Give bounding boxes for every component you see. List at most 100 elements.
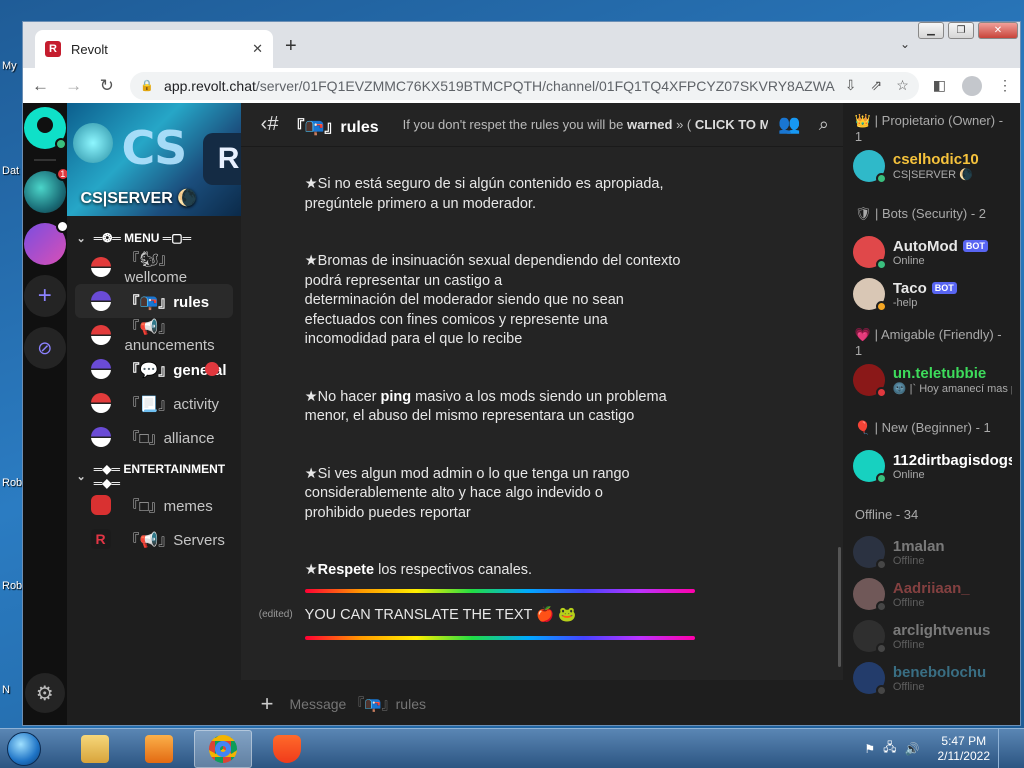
message[interactable]: ★Respete los respectivos canales. <box>305 561 705 581</box>
message-input[interactable] <box>289 695 823 712</box>
forward-icon[interactable]: → <box>64 76 83 96</box>
omnibox[interactable]: 🔒 app.revolt.chat/server/01FQ1EVZMMC76KX… <box>130 71 919 100</box>
channel-item[interactable]: 『💬』general <box>75 352 233 386</box>
avatar <box>852 578 887 612</box>
taskbar-explorer[interactable] <box>66 730 124 768</box>
desktop-icon-label[interactable]: Rob <box>2 477 22 489</box>
bot-badge: BOT <box>931 282 957 294</box>
banner-diver-image <box>72 123 113 163</box>
desktop-icon-label[interactable]: Rob <box>2 580 22 592</box>
member-name: cselhodic10 <box>892 151 979 168</box>
channel-item[interactable]: 『📢』anuncements <box>75 318 233 354</box>
avatar <box>852 662 887 696</box>
message[interactable]: ★Si no está seguro de si algún contenido… <box>305 175 705 214</box>
chat-main: ‹# 『📭』rules If you don't respet the rule… <box>240 103 843 725</box>
member-item[interactable]: un.teletubbie 🌚 |` Hoy amanecí mas pri <box>852 359 1012 401</box>
server-banner[interactable]: CS R CS|SERVER 🌘 <box>66 103 241 216</box>
taskbar: ⚑ 🖧 🔊 5:47 PM 2/11/2022 <box>0 728 1024 768</box>
status-dot <box>875 559 887 570</box>
bookmark-star-icon[interactable]: ☆ <box>896 77 909 94</box>
channel-item[interactable]: 『📭』rules <box>74 284 233 318</box>
volume-icon[interactable]: 🔊 <box>905 742 920 756</box>
channel-item[interactable]: 『🐿』wellcome <box>75 250 233 286</box>
install-icon[interactable]: ⇩ <box>845 77 857 94</box>
online-status-dot <box>54 138 67 150</box>
member-item[interactable]: Taco BOT -help <box>852 273 1012 315</box>
reload-icon[interactable]: ↻ <box>97 76 116 96</box>
member-name: 1malan <box>892 537 945 555</box>
channel-header: ‹# 『📭』rules If you don't respet the rule… <box>240 103 843 147</box>
channel-item[interactable]: 『□』memes <box>75 488 233 522</box>
new-tab-button[interactable]: + <box>285 35 297 58</box>
clock-date: 2/11/2022 <box>937 748 991 763</box>
status-dot <box>875 387 887 398</box>
member-item[interactable]: 1malan Offline <box>852 531 1012 573</box>
taskbar-media-player[interactable] <box>130 730 188 768</box>
menu-kebab-icon[interactable]: ⋮ <box>998 77 1012 94</box>
share-icon[interactable]: ⇗ <box>870 77 882 94</box>
lock-icon[interactable]: 🔒 <box>140 79 154 92</box>
category-header[interactable]: ⌄ ═◆═ ENTERTAINMENT ═◆═ <box>67 462 241 490</box>
server-icon-cat[interactable] <box>23 220 69 265</box>
add-server-button[interactable]: + <box>23 275 66 317</box>
member-status-text: 🌚 |` Hoy amanecí mas pri <box>892 383 1012 395</box>
channel-name: 『📃』activity <box>124 395 220 413</box>
channel-item[interactable]: 『📃』activity <box>75 386 233 420</box>
members-icon[interactable]: 👥 <box>778 114 800 135</box>
member-name: benebolochu <box>892 663 987 681</box>
member-name: Aadriiaan_ <box>892 579 970 597</box>
server-name: CS|SERVER 🌘 <box>80 190 198 207</box>
channel-item[interactable]: 『□』alliance <box>75 420 233 454</box>
url-host: app.revolt.chat <box>164 77 256 94</box>
tab-strip: R Revolt ✕ + ⌄ <box>23 22 1020 68</box>
role-header: 👑 | Propietario (Owner) - 1 <box>854 112 1004 144</box>
topic-suffix: » ( <box>672 117 695 132</box>
member-status-text: Offline <box>892 596 925 609</box>
start-button[interactable] <box>0 729 48 768</box>
back-icon[interactable]: ← <box>31 76 50 96</box>
desktop-icon-label[interactable]: N <box>2 684 10 696</box>
taskbar-brave[interactable] <box>258 730 316 768</box>
upload-plus-icon[interactable]: + <box>261 691 274 717</box>
category-header[interactable]: ⌄ ═❂═ MENU ═▢═ <box>67 226 241 250</box>
address-bar: ← → ↻ 🔒 app.revolt.chat/server/01FQ1EVZM… <box>23 68 1020 103</box>
role-header: 🛡 | Bots (Security) - 2 <box>854 206 987 221</box>
action-center-icon[interactable]: ⚑ <box>864 742 875 756</box>
tab-close-icon[interactable]: ✕ <box>252 41 263 57</box>
status-dot <box>875 685 887 696</box>
home-avatar[interactable] <box>23 107 67 150</box>
desktop-icon-label[interactable]: Dat <box>2 165 19 177</box>
member-item[interactable]: cselhodic10 CS|SERVER 🌘 <box>852 145 1012 187</box>
channel-item[interactable]: R 『📢』Servers <box>75 522 233 556</box>
url-text[interactable]: app.revolt.chat/server/01FQ1EVZMMC76KX51… <box>164 78 835 94</box>
search-icon[interactable]: ⌕ <box>819 114 829 135</box>
scrollbar[interactable] <box>837 547 841 667</box>
edited-message[interactable]: (edited) YOU CAN TRANSLATE THE TEXT 🍎 🐸 <box>241 606 823 623</box>
member-item[interactable]: Aadriiaan_ Offline <box>852 573 1012 615</box>
discover-button[interactable]: ⊘ <box>23 327 66 369</box>
tab-search-icon[interactable]: ⌄ <box>900 37 910 51</box>
member-item[interactable]: benebolochu Offline <box>852 657 1012 699</box>
member-status-text: -help <box>892 296 918 309</box>
message[interactable]: ★No hacer ping masivo a los mods siendo … <box>305 388 705 427</box>
taskbar-chrome[interactable] <box>194 729 252 768</box>
message[interactable]: ★Bromas de insinuación sexual dependiend… <box>305 252 705 350</box>
url-path: /server/01FQ1EVZMMC76KX519BTMCPQTH/chann… <box>255 77 835 94</box>
member-item[interactable]: AutoMod BOT Online <box>852 231 1012 273</box>
browser-tab[interactable]: R Revolt ✕ <box>35 30 273 68</box>
show-desktop-button[interactable] <box>998 728 1010 768</box>
role-header: 🎈 | New (Beginner) - 1 <box>854 420 991 435</box>
member-item[interactable]: 112dirtbagisdogshit Online <box>852 445 1012 487</box>
settings-gear-icon[interactable]: ⚙ <box>24 673 65 713</box>
clock[interactable]: 5:47 PM 2/11/2022 <box>938 734 991 764</box>
member-item[interactable]: arclightvenus Offline <box>852 615 1012 657</box>
side-panel-icon[interactable]: ◧ <box>933 77 946 94</box>
network-icon[interactable]: 🖧 <box>883 738 896 759</box>
server-icon-cs[interactable]: 1 <box>23 167 70 213</box>
desktop-icon-label[interactable]: My <box>2 60 17 72</box>
message[interactable]: ★Si ves algun mod admin o lo que tenga u… <box>305 465 705 524</box>
channel-topic[interactable]: If you don't respet the rules you will b… <box>403 117 769 132</box>
profile-avatar-icon[interactable] <box>962 75 983 96</box>
windows-orb-icon <box>7 731 41 766</box>
pokeball-icon <box>90 257 111 277</box>
